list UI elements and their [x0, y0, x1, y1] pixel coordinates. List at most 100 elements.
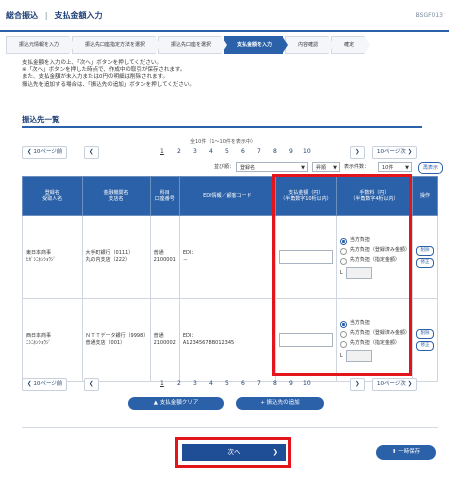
- next-page-button[interactable]: ❯: [350, 146, 365, 159]
- page-number[interactable]: 5: [225, 380, 229, 387]
- chevron-down-icon: ▼: [301, 165, 305, 171]
- column-header-text: EDI情報／顧客コード: [203, 192, 252, 199]
- page-number-current[interactable]: 1: [160, 380, 164, 387]
- prev-10-pages-button[interactable]: ❮ 10ページ前: [22, 146, 68, 159]
- column-header: 操作: [411, 176, 439, 216]
- column-header-text: 科目 口座番号: [154, 189, 175, 203]
- instruction-text: 支払金額を入力の上、「次へ」ボタンを押してください。 ※「次へ」ボタンを押した時…: [22, 60, 422, 89]
- account-number: 2100002: [153, 340, 176, 346]
- sort-order-select[interactable]: 昇順 ▼: [312, 162, 340, 172]
- edi-cell: EDI： －: [178, 215, 276, 299]
- step-item: 振込先口座を選択: [158, 36, 228, 54]
- clear-amounts-button[interactable]: ▲ 支払金額クリア: [128, 397, 224, 410]
- ops-cell: 削除 修正: [411, 215, 439, 299]
- payee-name-cell: 東日本商事 ﾋｶﾞｼﾆﾎﾝｼｮｳｼﾞ: [22, 215, 83, 299]
- payee-name-cell: 西日本商事 ﾆｼﾆﾎﾝｼｮｳｼﾞ: [22, 298, 83, 382]
- next-10-pages-button[interactable]: 10ページ次 ❯: [372, 378, 418, 391]
- edit-button[interactable]: 修正: [415, 341, 434, 351]
- redisplay-button[interactable]: 再表示: [418, 162, 444, 174]
- chevron-left-icon: ❮: [27, 149, 32, 155]
- next-page-button[interactable]: ❯: [350, 378, 365, 391]
- payee-name: 東日本商事: [26, 250, 52, 256]
- prev-page-button[interactable]: ❮: [84, 146, 99, 159]
- edit-button[interactable]: 修正: [415, 258, 434, 268]
- prev-page-button[interactable]: ❮: [84, 378, 99, 391]
- branch-name: 普通支店（001）: [85, 340, 126, 346]
- column-header: 登録名 受取人名: [22, 176, 83, 216]
- page-number[interactable]: 7: [257, 148, 261, 155]
- next-button[interactable]: 次へ ❯: [182, 444, 286, 461]
- branch-name: 丸の内支店（222）: [85, 257, 131, 263]
- page-number[interactable]: 2: [177, 380, 181, 387]
- bank-cell: ＮＴＴデータ銀行（9998） 普通支店（001）: [81, 298, 151, 382]
- page-number[interactable]: 2: [177, 148, 181, 155]
- page-number[interactable]: 7: [257, 380, 261, 387]
- page-number[interactable]: 4: [209, 148, 213, 155]
- chevron-right-icon: ❯: [272, 448, 278, 456]
- delete-button[interactable]: 削除: [415, 329, 434, 339]
- eraser-icon: ▲: [153, 400, 158, 406]
- breadcrumb-root[interactable]: 総合振込: [6, 11, 38, 20]
- chevron-down-icon: ▼: [333, 165, 337, 171]
- chevron-right-icon: ❯: [355, 381, 360, 387]
- page-number[interactable]: 5: [225, 148, 229, 155]
- per-page-label: 表示件数：: [344, 164, 370, 170]
- page-number[interactable]: 6: [241, 148, 245, 155]
- payee-name: 西日本商事: [26, 333, 52, 339]
- section-title: 振込先一覧: [22, 115, 60, 124]
- customer-code: －: [182, 257, 188, 263]
- chevron-left-icon: ❮: [27, 381, 32, 387]
- page-number[interactable]: 10: [303, 148, 311, 155]
- column-header-text: 操作: [419, 192, 430, 199]
- chevron-down-icon: ▼: [405, 165, 409, 171]
- delete-button[interactable]: 削除: [415, 246, 434, 256]
- page-number[interactable]: 4: [209, 380, 213, 387]
- ops-cell: 削除 修正: [411, 298, 439, 382]
- account-number: 2100001: [153, 257, 176, 263]
- page-number-current[interactable]: 1: [160, 148, 164, 155]
- prev-10-pages-button[interactable]: ❮ 10ページ前: [22, 378, 68, 391]
- sort-label: 並び順：: [214, 164, 235, 170]
- account-cell: 普通 2100002: [149, 298, 180, 382]
- account-cell: 普通 2100001: [149, 215, 180, 299]
- page-number[interactable]: 3: [193, 148, 197, 155]
- step-item-current: 支払金額を入力: [224, 36, 289, 54]
- breadcrumb-separator: |: [44, 11, 48, 20]
- page-number[interactable]: 9: [289, 380, 293, 387]
- chevron-right-icon: ❯: [355, 149, 360, 155]
- result-count: 全10件（1〜10件を表示中）: [190, 139, 256, 145]
- payee-kana: ﾆｼﾆﾎﾝｼｮｳｼﾞ: [26, 340, 52, 346]
- page-title: 総合振込 | 支払金額入力: [6, 10, 103, 21]
- add-payee-button[interactable]: + 振込先の追加: [236, 397, 324, 410]
- page-number[interactable]: 10: [303, 380, 311, 387]
- page-number[interactable]: 3: [193, 380, 197, 387]
- chevron-left-icon: ❮: [89, 149, 94, 155]
- bank-name: 大手町銀行（0111）: [85, 250, 134, 256]
- bank-name: ＮＴＴデータ銀行（9998）: [85, 333, 149, 339]
- step-item: 内容確認: [285, 36, 335, 54]
- edi-label: EDI：: [182, 250, 197, 256]
- column-header-text: 登録名 受取人名: [42, 189, 63, 203]
- step-item: 振込元情報を入力: [6, 36, 76, 54]
- upload-icon: ⬆: [391, 449, 397, 455]
- page-number[interactable]: 6: [241, 380, 245, 387]
- page-number[interactable]: 8: [273, 148, 277, 155]
- page-title-text: 支払金額入力: [54, 11, 103, 20]
- temporary-save-button[interactable]: ⬆ 一時保存: [376, 445, 436, 460]
- per-page-select[interactable]: 10件 ▼: [378, 162, 412, 172]
- screen-id: BSGF013: [415, 12, 443, 19]
- customer-code: A12345678B012345: [182, 340, 235, 346]
- plus-icon: +: [260, 400, 265, 406]
- step-item: 振込先口座指定方法を選択: [72, 36, 162, 54]
- column-header-text: 金融機関名 支店名: [103, 189, 129, 203]
- instruction-line: 振込先を追加する場合は、「振込先の追加」ボタンを押してください。: [22, 81, 195, 88]
- column-header: EDI情報／顧客コード: [178, 176, 276, 216]
- page-number[interactable]: 9: [289, 148, 293, 155]
- chevron-left-icon: ❮: [89, 381, 94, 387]
- page-number[interactable]: 8: [273, 380, 277, 387]
- edi-label: EDI：: [182, 333, 197, 339]
- instruction-line: また、支払金額が未入力または0円の明細は削除されます。: [22, 74, 168, 81]
- sort-field-select[interactable]: 登録名 ▼: [236, 162, 308, 172]
- next-10-pages-button[interactable]: 10ページ次 ❯: [372, 146, 418, 159]
- edi-cell: EDI： A12345678B012345: [178, 298, 276, 382]
